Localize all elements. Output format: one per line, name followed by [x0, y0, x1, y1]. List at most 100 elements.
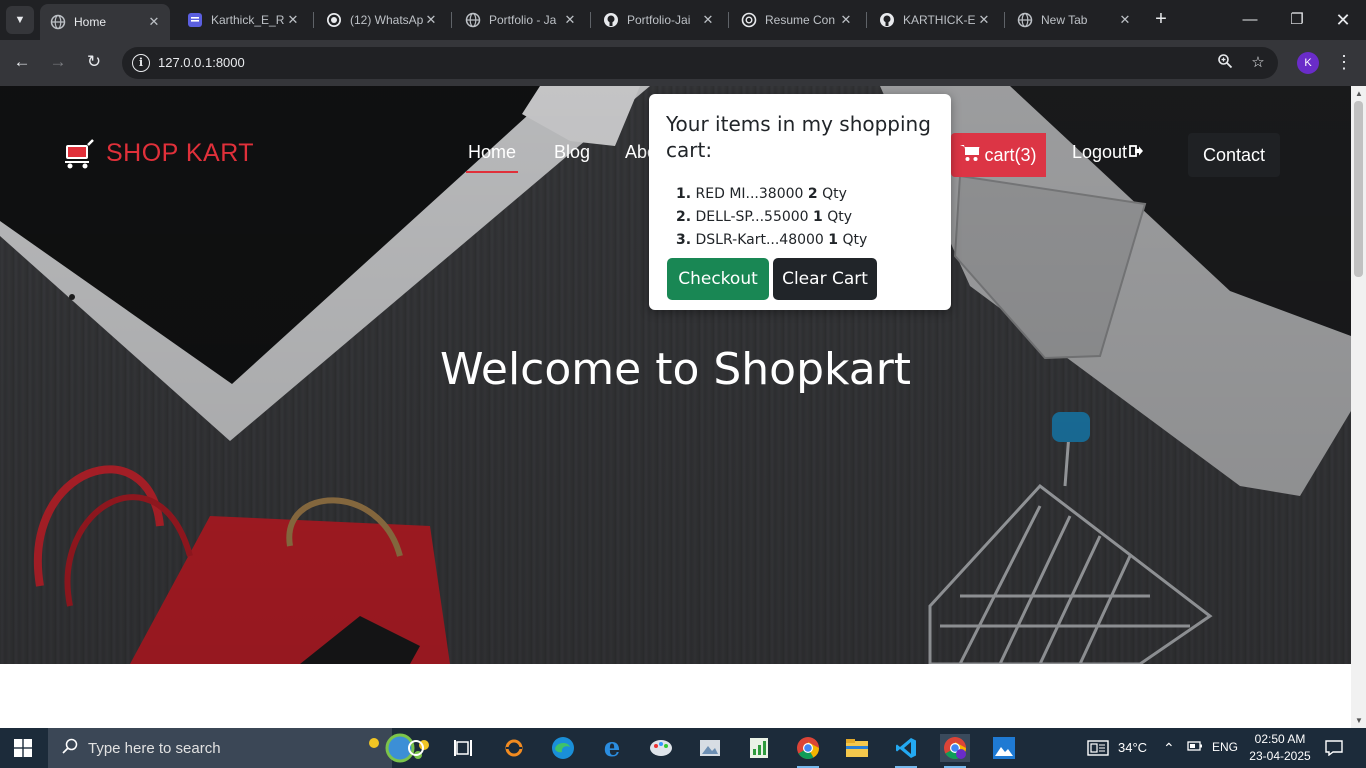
arrow-left-icon: ← [13, 52, 31, 71]
tab-whatsapp[interactable]: (12) WhatsAp ✕ [316, 6, 447, 34]
battery-icon[interactable] [1187, 740, 1203, 755]
chrome-icon [1017, 12, 1033, 28]
windows-taskbar: Type here to search e 34°C ⌃ ENG 02:50 A… [0, 728, 1366, 768]
windows-start-icon[interactable] [14, 739, 32, 757]
close-icon[interactable]: ✕ [700, 12, 716, 28]
taskbar-app-ie[interactable]: e [597, 733, 627, 763]
restore-button[interactable]: ❐ [1285, 8, 1309, 32]
taskbar-app-chrome[interactable] [793, 734, 823, 768]
new-tab-button[interactable]: + [1151, 9, 1171, 29]
site-info-icon[interactable]: i [132, 54, 150, 72]
tab-title: KARTHICK-E [903, 13, 976, 27]
taskbar-app-vscode[interactable] [891, 734, 921, 768]
logout-icon [1129, 142, 1144, 163]
scroll-down-arrow-icon[interactable]: ▼ [1355, 716, 1363, 725]
taskbar-app-edge[interactable] [548, 734, 578, 762]
brand-name: SHOP KART [106, 138, 255, 167]
search-icon [62, 738, 78, 759]
tab-new-tab[interactable]: New Tab ✕ [1007, 6, 1141, 34]
tab-separator [1004, 12, 1005, 28]
clear-cart-button[interactable]: Clear Cart [773, 258, 877, 300]
document-icon [187, 12, 203, 28]
logout-link[interactable]: Logout [1072, 142, 1144, 163]
chevron-down-icon: ▼ [14, 14, 26, 26]
close-window-button[interactable]: ✕ [1331, 8, 1355, 32]
language-indicator[interactable]: ENG [1212, 740, 1238, 754]
menu-kebab-icon[interactable]: ⋮ [1335, 50, 1353, 74]
contact-button[interactable]: Contact [1188, 133, 1280, 177]
taskbar-app-spreadsheet[interactable] [744, 734, 774, 762]
tab-separator [451, 12, 452, 28]
whatsapp-icon [326, 12, 342, 28]
item-name: RED MI...38000 [695, 186, 804, 202]
tab-separator [590, 12, 591, 28]
scroll-up-arrow-icon[interactable]: ▲ [1355, 89, 1363, 98]
eclipse-icon [505, 739, 523, 757]
reload-button[interactable]: ↻ [82, 50, 106, 74]
zoom-icon[interactable] [1215, 53, 1235, 73]
chrome-icon [797, 737, 819, 759]
taskbar-app-photos-blue[interactable] [989, 734, 1019, 762]
nav-home[interactable]: Home [465, 142, 519, 173]
taskbar-search-box[interactable]: Type here to search [48, 728, 429, 768]
item-name: DSLR-Kart...48000 [695, 232, 824, 248]
back-button[interactable]: ← [10, 50, 34, 74]
tab-resume[interactable]: Karthick_E_R ✕ [177, 6, 309, 34]
taskbar-app-eclipse[interactable] [499, 734, 529, 762]
tab-strip: ▼ Home ✕ Karthick_E_R ✕ (12) WhatsAp ✕ P… [0, 0, 1366, 40]
reload-icon: ↻ [86, 52, 102, 71]
brand-logo-link[interactable]: SHOP KART [62, 136, 254, 170]
clock-date: 23-04-2025 [1249, 749, 1311, 763]
cortana-button[interactable] [401, 734, 431, 762]
url-text[interactable]: 127.0.0.1:8000 [158, 55, 245, 70]
task-view-icon [454, 740, 472, 756]
close-icon[interactable]: ✕ [838, 12, 854, 28]
nav-blog[interactable]: Blog [554, 142, 590, 163]
photos-icon [993, 737, 1015, 759]
minimize-button[interactable]: — [1238, 8, 1262, 32]
forward-button[interactable]: → [46, 50, 70, 74]
page-scrollbar[interactable]: ▲ ▼ [1351, 86, 1366, 728]
list-item: 3. DSLR-Kart...48000 1 Qty [676, 229, 867, 252]
search-placeholder: Type here to search [88, 739, 221, 757]
cart-icon [960, 144, 980, 167]
folder-icon [846, 739, 868, 757]
internet-explorer-icon: e [603, 733, 621, 763]
item-qty: 2 [807, 186, 818, 202]
scroll-thumb[interactable] [1354, 101, 1363, 277]
tab-github-portfolio[interactable]: Portfolio-Jai ✕ [593, 6, 724, 34]
tab-separator [866, 12, 867, 28]
chevron-up-icon[interactable]: ⌃ [1163, 740, 1175, 757]
profile-avatar[interactable]: K [1297, 52, 1319, 74]
tab-home[interactable]: Home ✕ [40, 4, 170, 40]
cart-popover: Your items in my shopping cart: 1. RED M… [649, 94, 951, 310]
taskbar-app-chrome-profile[interactable] [940, 734, 970, 768]
taskbar-app-photos[interactable] [695, 734, 725, 762]
address-bar[interactable]: i 127.0.0.1:8000 ☆ [122, 47, 1278, 79]
clock[interactable]: 02:50 AM 23-04-2025 [1240, 731, 1320, 765]
taskbar-app-file-explorer[interactable] [842, 734, 872, 762]
item-name: DELL-SP...55000 [695, 209, 809, 225]
tab-github-karthick[interactable]: KARTHICK-E ✕ [869, 6, 1000, 34]
bookmark-star-icon[interactable]: ☆ [1248, 53, 1268, 73]
checkout-button[interactable]: Checkout [667, 258, 769, 300]
weather-icon[interactable] [1087, 740, 1109, 759]
close-icon[interactable]: ✕ [146, 14, 162, 30]
tab-search-button[interactable]: ▼ [6, 6, 34, 34]
close-icon[interactable]: ✕ [1117, 12, 1133, 28]
item-qty-unit: Qty [822, 186, 847, 202]
temperature-text[interactable]: 34°C [1118, 740, 1147, 755]
cart-button[interactable]: cart(3) [951, 133, 1046, 177]
notification-icon[interactable] [1325, 740, 1343, 759]
close-icon[interactable]: ✕ [976, 12, 992, 28]
close-icon[interactable]: ✕ [562, 12, 578, 28]
close-icon[interactable]: ✕ [285, 12, 301, 28]
tab-title: New Tab [1041, 13, 1088, 27]
close-icon[interactable]: ✕ [423, 12, 439, 28]
taskbar-app-paint[interactable] [646, 734, 676, 762]
tab-portfolio[interactable]: Portfolio - Ja ✕ [455, 6, 586, 34]
tab-resume-converter[interactable]: Resume Con ✕ [731, 6, 862, 34]
item-qty-unit: Qty [842, 232, 868, 248]
paint-icon [650, 740, 672, 756]
task-view-button[interactable] [449, 734, 479, 762]
